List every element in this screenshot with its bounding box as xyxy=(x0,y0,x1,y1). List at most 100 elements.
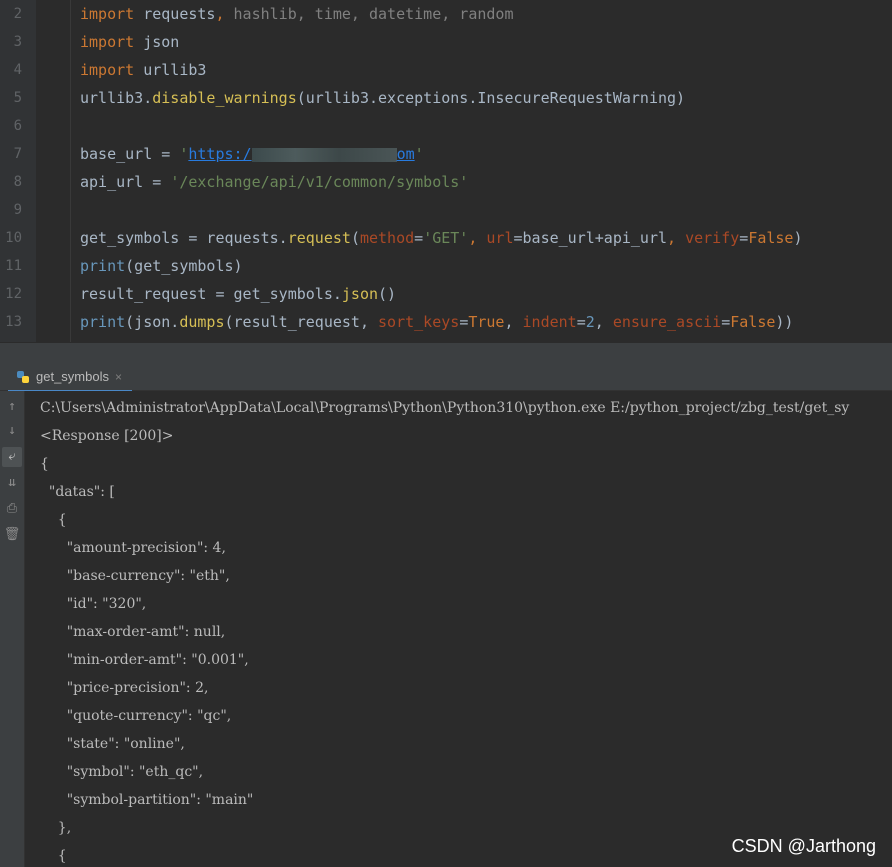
code-token: ) xyxy=(793,229,803,247)
code-token: = xyxy=(739,229,749,247)
code-line[interactable]: 6 xyxy=(0,112,892,140)
code-text: get_symbols = requests.request(method='G… xyxy=(80,224,803,252)
code-token: =base_url+api_url xyxy=(513,229,668,247)
code-token: base_url = xyxy=(80,145,180,163)
console-line: "datas": [ xyxy=(40,484,115,500)
code-token: (result_request, xyxy=(224,313,379,331)
console-line: "id": "320", xyxy=(40,596,147,612)
code-token: )) xyxy=(775,313,794,331)
code-token: hashlib, time, datetime, random xyxy=(224,5,514,23)
code-text: import json xyxy=(80,28,179,56)
code-text: import urllib3 xyxy=(80,56,206,84)
code-line[interactable]: 5 urllib3.disable_warnings(urllib3.except… xyxy=(0,84,892,112)
code-line[interactable]: 13 print(json.dumps(result_request, sort_… xyxy=(0,308,892,336)
print-icon[interactable]: ⎙ xyxy=(2,499,22,519)
console-line: { xyxy=(40,456,49,472)
code-line[interactable]: 10 get_symbols = requests.request(method=… xyxy=(0,224,892,252)
console-line: "symbol-partition": "main" xyxy=(40,792,254,808)
up-arrow-icon[interactable]: ↑ xyxy=(2,397,22,417)
line-number: 8 xyxy=(13,174,22,190)
code-token: ( xyxy=(350,229,360,247)
code-token: = xyxy=(721,313,731,331)
soft-wrap-icon[interactable]: ⤶ xyxy=(2,447,22,467)
console-line: "min-order-amt": "0.001", xyxy=(40,652,249,668)
down-arrow-icon[interactable]: ↓ xyxy=(2,421,22,441)
close-icon[interactable]: × xyxy=(115,364,122,390)
code-token: import xyxy=(80,61,135,79)
line-number: 7 xyxy=(13,146,22,162)
line-number: 6 xyxy=(13,118,22,134)
code-editor[interactable]: 2 import requests, hashlib, time, datetim… xyxy=(0,0,892,342)
code-token: , xyxy=(215,5,225,23)
code-token: import xyxy=(80,5,135,23)
code-token: = xyxy=(576,313,586,331)
console-line: "quote-currency": "qc", xyxy=(40,708,232,724)
code-text: print(json.dumps(result_request, sort_ke… xyxy=(80,308,793,336)
code-line[interactable]: 12 result_request = get_symbols.json() xyxy=(0,280,892,308)
code-token: api_url = xyxy=(80,173,171,191)
console-line: C:\Users\Administrator\AppData\Local\Pro… xyxy=(40,400,850,416)
code-token: method xyxy=(359,229,415,247)
panel-splitter[interactable] xyxy=(0,342,892,365)
line-number: 3 xyxy=(13,34,22,50)
code-token: indent xyxy=(522,313,577,331)
scroll-to-end-icon[interactable]: ⇊ xyxy=(2,473,22,493)
code-token: 'GET' xyxy=(423,229,469,247)
trash-icon[interactable]: 🗑 xyxy=(2,525,22,545)
run-tool-window-tabs: get_symbols × xyxy=(0,364,892,392)
code-line[interactable]: 9 xyxy=(0,196,892,224)
code-token: , xyxy=(594,313,613,331)
console-line: { xyxy=(40,848,67,864)
code-token: (urllib3.exceptions.InsecureRequestWarni… xyxy=(296,89,686,107)
code-token: import xyxy=(80,33,135,51)
code-token: ensure_ascii xyxy=(612,313,722,331)
line-number: 5 xyxy=(13,90,22,106)
code-token: get_symbols = requests. xyxy=(80,229,288,247)
line-number: 2 xyxy=(13,6,22,22)
console-line: { xyxy=(40,512,67,528)
line-number: 13 xyxy=(5,314,22,330)
code-token: print xyxy=(80,257,126,275)
code-token: , xyxy=(667,229,686,247)
code-text: import requests, hashlib, time, datetime… xyxy=(80,0,513,28)
line-number: 12 xyxy=(5,286,22,302)
console-line: "symbol": "eth_qc", xyxy=(40,764,204,780)
tab-get-symbols[interactable]: get_symbols × xyxy=(8,364,132,392)
code-token: url xyxy=(486,229,514,247)
code-token: dumps xyxy=(179,313,225,331)
code-text: base_url = 'https:/om' xyxy=(80,140,424,168)
code-token: 2 xyxy=(585,313,595,331)
code-line[interactable]: 2 import requests, hashlib, time, datetim… xyxy=(0,0,892,28)
code-line[interactable]: 11 print(get_symbols) xyxy=(0,252,892,280)
line-number: 10 xyxy=(5,230,22,246)
line-number: 4 xyxy=(13,62,22,78)
code-token: disable_warnings xyxy=(152,89,297,107)
code-line[interactable]: 4 import urllib3 xyxy=(0,56,892,84)
run-console[interactable]: ↑ ↓ ⤶ ⇊ ⎙ 🗑 C:\Users\Administrator\AppData\Lo… xyxy=(0,391,892,867)
code-token: , xyxy=(468,229,487,247)
console-line: <Response [200]> xyxy=(40,428,174,444)
code-token: ' xyxy=(414,145,424,163)
code-token: urllib3 xyxy=(134,61,207,79)
python-icon xyxy=(17,371,29,383)
code-text: print(get_symbols) xyxy=(80,252,243,280)
code-token: urllib3. xyxy=(80,89,153,107)
console-line: "base-currency": "eth", xyxy=(40,568,230,584)
watermark: CSDN @Jarthong xyxy=(731,836,876,856)
code-line[interactable]: 8 api_url = '/exchange/api/v1/common/symb… xyxy=(0,168,892,196)
console-toolbar: ↑ ↓ ⤶ ⇊ ⎙ 🗑 xyxy=(0,391,25,867)
code-token: print xyxy=(80,313,126,331)
code-line[interactable]: 7 base_url = 'https:/om' xyxy=(0,140,892,168)
code-token: = xyxy=(414,229,424,247)
console-line: }, xyxy=(40,820,72,836)
code-line[interactable]: 3 import json xyxy=(0,28,892,56)
code-token: (get_symbols) xyxy=(125,257,243,275)
code-token: , xyxy=(504,313,523,331)
code-token: https:/ xyxy=(188,145,252,163)
code-text: api_url = '/exchange/api/v1/common/symbo… xyxy=(80,168,468,196)
code-token: json xyxy=(134,33,180,51)
code-token: verify xyxy=(685,229,740,247)
tab-label: get_symbols xyxy=(36,369,109,384)
line-number: 11 xyxy=(5,258,22,274)
code-token: False xyxy=(748,229,794,247)
